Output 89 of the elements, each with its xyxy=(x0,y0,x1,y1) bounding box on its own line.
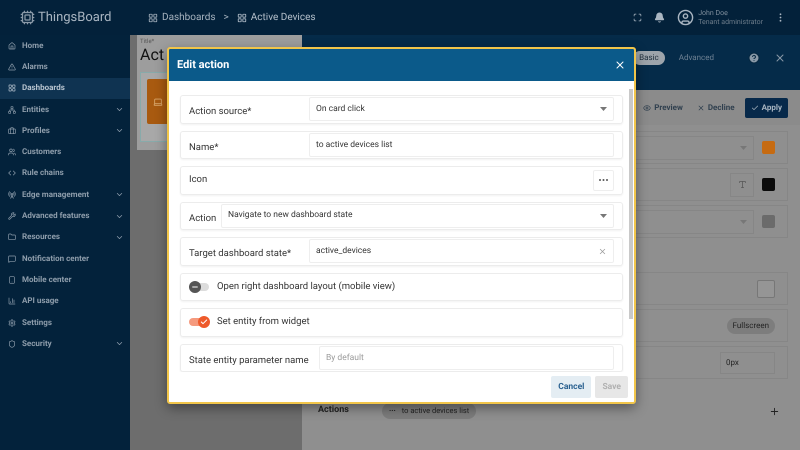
section-label: Actions xyxy=(318,404,350,418)
help-icon[interactable] xyxy=(748,52,760,64)
text-format-icon xyxy=(738,180,746,189)
sidebar-item[interactable]: Profiles xyxy=(0,120,130,142)
input-field[interactable]: to active devices list xyxy=(309,132,614,157)
dropdown-caret-icon xyxy=(600,107,607,112)
notifications-icon[interactable] xyxy=(654,12,666,23)
sidebar-item[interactable]: Notification center xyxy=(0,248,130,270)
users-icon xyxy=(8,148,16,156)
fullscreen-chip[interactable]: Fullscreen xyxy=(726,318,775,334)
message-icon xyxy=(8,254,16,263)
select-field[interactable]: Navigate to new dashboard state xyxy=(221,204,614,228)
grid-icon xyxy=(8,84,16,92)
minus-icon xyxy=(189,280,201,293)
phone-icon xyxy=(8,276,16,284)
close-icon[interactable] xyxy=(614,59,626,71)
select-field[interactable] xyxy=(634,210,754,234)
sidebar-item[interactable]: Home xyxy=(0,35,130,56)
select-field[interactable]: On card click xyxy=(309,97,614,122)
logo-icon xyxy=(20,10,35,25)
antenna-icon xyxy=(8,190,16,199)
sidebar-item[interactable]: Settings xyxy=(0,312,130,334)
sidebar-item[interactable]: Dashboards xyxy=(0,78,130,99)
field-label: State entity parameter name xyxy=(189,354,309,366)
avatar-icon[interactable] xyxy=(677,9,694,26)
laptop-icon xyxy=(147,79,169,124)
field-label: Action xyxy=(189,212,216,224)
toggle-switch[interactable] xyxy=(189,282,209,291)
shield-icon xyxy=(8,340,16,348)
sidebar-item[interactable]: Resources xyxy=(0,226,130,248)
briefcase-icon xyxy=(8,126,16,135)
close-icon xyxy=(696,104,705,112)
breadcrumb-link[interactable]: Dashboards xyxy=(148,10,216,25)
warning-icon xyxy=(8,62,16,71)
home-icon xyxy=(8,42,16,50)
scrollbar-thumb[interactable] xyxy=(629,89,633,319)
color-swatch[interactable] xyxy=(762,178,775,191)
field-label: Target dashboard state* xyxy=(189,248,292,260)
text-format-button[interactable] xyxy=(730,172,754,196)
field-label: Icon xyxy=(189,173,208,188)
sidebar-item[interactable]: Advanced features xyxy=(0,205,130,227)
check-icon xyxy=(198,316,210,328)
grid-icon xyxy=(236,12,247,22)
eye-icon xyxy=(643,104,652,112)
mode-toggle[interactable]: Advanced xyxy=(672,50,720,64)
apply-button[interactable]: Apply xyxy=(744,98,788,118)
sidebar-item[interactable]: Rule chains xyxy=(0,162,130,184)
logo-text: ThingsBoard xyxy=(38,8,112,27)
cancel-button[interactable]: Cancel xyxy=(551,376,592,398)
input-field[interactable]: By default xyxy=(319,346,614,370)
field-label: Name* xyxy=(189,142,218,153)
dropdown-caret-icon xyxy=(600,214,607,218)
color-swatch[interactable] xyxy=(762,215,775,228)
field-label: Open right dashboard layout (mobile view) xyxy=(217,280,396,294)
mode-toggle[interactable]: Basic xyxy=(633,50,665,64)
breadcrumb-link[interactable]: Active Devices xyxy=(236,10,316,25)
check-icon xyxy=(750,104,759,112)
widget-title: Act xyxy=(140,46,164,64)
wrench-icon xyxy=(8,212,16,220)
preview-button[interactable]: Preview xyxy=(643,102,683,114)
grid-icon xyxy=(148,12,158,22)
field-label: Action source* xyxy=(189,106,252,118)
folder-icon xyxy=(8,233,16,242)
field-label: Set entity from widget xyxy=(217,315,310,330)
more-icon xyxy=(599,179,608,182)
close-icon[interactable] xyxy=(774,52,786,64)
input-field[interactable]: 0px xyxy=(720,352,775,374)
checkbox[interactable] xyxy=(757,280,775,298)
network-icon xyxy=(8,106,16,114)
sidebar-item[interactable]: Mobile center xyxy=(0,269,130,291)
sidebar-item[interactable]: API usage xyxy=(0,290,130,312)
color-swatch[interactable] xyxy=(762,141,775,154)
input-field[interactable]: active_devices xyxy=(309,239,614,264)
select-field[interactable] xyxy=(634,136,754,160)
breadcrumb-separator: > xyxy=(224,11,229,25)
sidebar-item[interactable]: Security xyxy=(0,333,130,354)
sidebar-item[interactable]: Entities xyxy=(0,98,130,120)
sidebar-item[interactable]: Customers xyxy=(0,141,130,163)
fullscreen-icon[interactable] xyxy=(633,13,642,22)
toggle-switch[interactable] xyxy=(189,318,209,326)
clear-icon[interactable] xyxy=(598,246,607,256)
decline-button[interactable]: Decline xyxy=(696,102,735,114)
dialog-title: Edit action xyxy=(177,56,230,73)
code-icon xyxy=(8,169,16,178)
chart-icon xyxy=(8,297,16,306)
sidebar-item[interactable]: Edge management xyxy=(0,184,130,206)
sidebar-item[interactable]: Alarms xyxy=(0,56,130,78)
settings-icon xyxy=(8,318,16,326)
add-icon[interactable] xyxy=(769,406,780,416)
